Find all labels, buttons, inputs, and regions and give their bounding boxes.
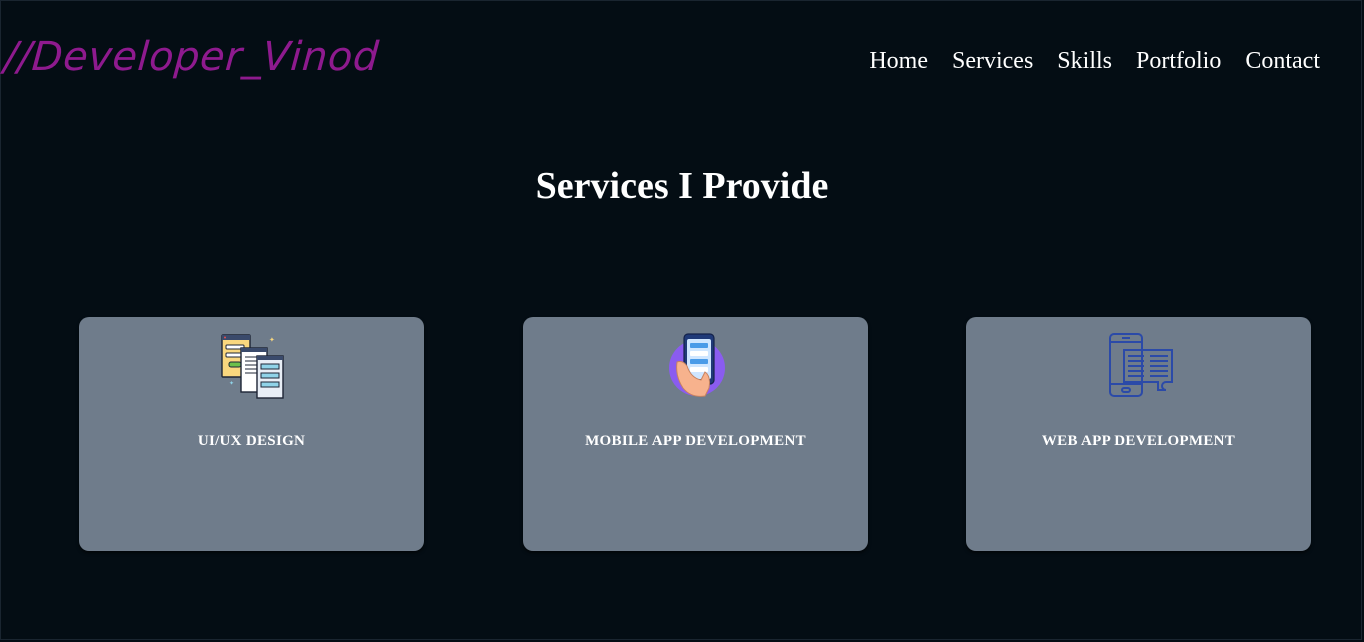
- ui-ux-screens-icon: ✦ ✦: [220, 334, 284, 399]
- service-title: MOBILE APP DEVELOPMENT: [585, 433, 806, 449]
- service-card-ui-ux[interactable]: ✦ ✦ UI/UX DESIGN: [79, 317, 424, 551]
- section-heading: Services I Provide: [535, 165, 829, 207]
- nav-skills[interactable]: Skills: [1057, 48, 1112, 75]
- service-card-mobile-app[interactable]: MOBILE APP DEVELOPMENT: [523, 317, 868, 551]
- service-title: WEB APP DEVELOPMENT: [1041, 433, 1236, 449]
- svg-text:✦: ✦: [269, 336, 275, 344]
- service-title: UI/UX DESIGN: [197, 433, 306, 449]
- site-logo[interactable]: //Developer_Vinod: [2, 34, 380, 80]
- svg-text:✦: ✦: [229, 380, 234, 387]
- nav-home[interactable]: Home: [869, 48, 928, 75]
- main-nav: Home Services Skills Portfolio Contact: [869, 48, 1320, 75]
- nav-services[interactable]: Services: [952, 48, 1033, 75]
- service-card-web-app[interactable]: WEB APP DEVELOPMENT: [966, 317, 1311, 551]
- nav-portfolio[interactable]: Portfolio: [1136, 48, 1221, 75]
- hand-holding-phone-icon: [668, 333, 725, 397]
- nav-contact[interactable]: Contact: [1245, 48, 1320, 75]
- web-app-devices-icon: [1108, 333, 1173, 397]
